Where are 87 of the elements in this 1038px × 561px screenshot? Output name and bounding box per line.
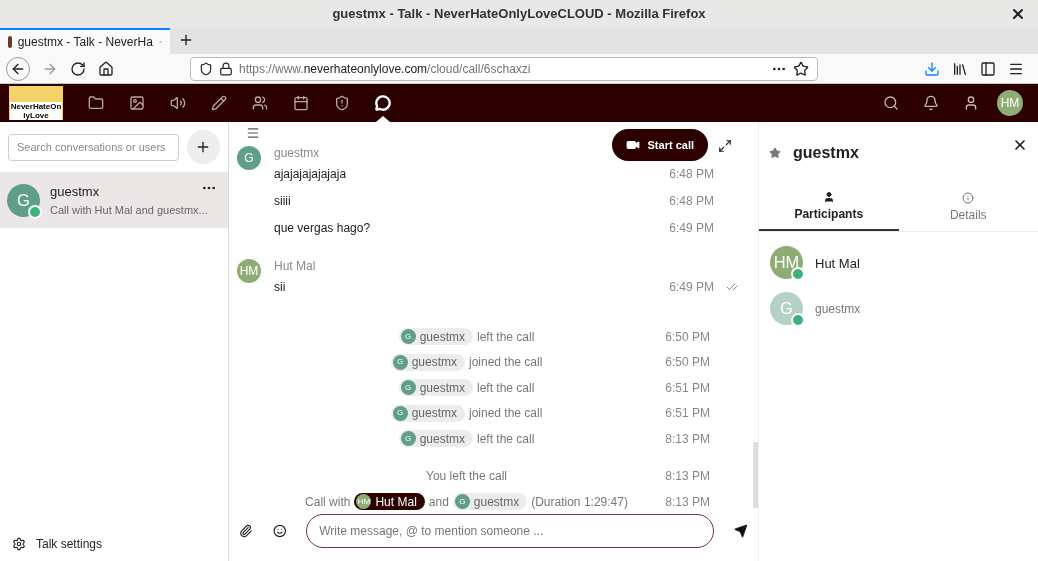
sidebar-tab[interactable]: Details xyxy=(898,184,1038,231)
search-field[interactable]: Search conversations or users xyxy=(8,133,179,161)
url-text: https://www.neverhateonlylove.com/cloud/call/6schaxzi xyxy=(239,60,531,78)
favorite-star-icon[interactable] xyxy=(769,147,781,159)
conversation-title: guestmx xyxy=(793,143,859,163)
tab-title: guestmx - Talk - NeverHa xyxy=(17,34,153,51)
message-time: 6:51 PM xyxy=(665,379,710,397)
mini-avatar: G xyxy=(400,380,416,396)
mini-avatar: HM xyxy=(356,494,372,510)
notification-icon[interactable] xyxy=(923,95,939,111)
conversation-subtitle: Call with Hut Mal and guestmx... xyxy=(50,202,208,218)
mini-avatar: G xyxy=(400,329,416,345)
user-mention[interactable]: G guestmx xyxy=(452,493,528,511)
system-message-text: left the call xyxy=(477,379,535,397)
user-mention[interactable]: G guestmx xyxy=(398,328,473,346)
avatar: G xyxy=(7,183,40,217)
settings-link[interactable]: Talk settings xyxy=(36,535,103,553)
system-message-text: joined the call xyxy=(469,405,543,423)
avatar: HM xyxy=(237,259,261,283)
user-mention[interactable]: G guestmx xyxy=(398,430,473,448)
avatar: HM xyxy=(770,246,803,279)
settings-icon[interactable] xyxy=(12,537,26,551)
fullscreen-icon[interactable] xyxy=(718,139,732,153)
bookmark-star-icon[interactable] xyxy=(793,60,809,77)
message-time: 8:13 PM xyxy=(665,430,710,448)
attachment-icon[interactable] xyxy=(239,524,253,538)
message-time: 6:48 PM xyxy=(669,165,714,183)
participant-name: guestmx xyxy=(815,301,861,318)
system-message-text: left the call xyxy=(477,430,535,448)
new-tab-icon[interactable] xyxy=(178,32,194,48)
conversation-name: guestmx xyxy=(50,183,101,201)
message-input[interactable]: Write message, @ to mention someone ... xyxy=(306,514,715,548)
emoji-icon[interactable] xyxy=(272,524,287,538)
person-icon xyxy=(822,190,835,203)
message-text: que vergas hago? xyxy=(274,219,371,237)
message-time: 6:51 PM xyxy=(665,405,710,423)
user-mention[interactable]: G guestmx xyxy=(390,353,465,371)
send-icon[interactable] xyxy=(734,524,748,538)
message-time: 8:13 PM xyxy=(665,468,710,486)
video-camera-icon xyxy=(625,138,640,152)
site-logo[interactable]: NeverHateOnlyLove xyxy=(9,86,63,120)
url-field[interactable]: https://www.neverhateonlylove.com/cloud/call/6schaxzi xyxy=(190,56,818,81)
system-message-text: Call with xyxy=(305,493,351,511)
conversation-item[interactable]: G guestmx Call with Hut Mal and guestmx... xyxy=(0,172,228,228)
contacts-icon[interactable] xyxy=(963,95,979,111)
system-message-text: (Duration 1:29:47) xyxy=(531,493,628,511)
library-icon[interactable] xyxy=(952,60,968,77)
user-mention[interactable]: HM Hut Mal xyxy=(354,493,425,511)
window-title: guestmx - Talk - NeverHateOnlyLoveCLOUD - Mozilla Firefox xyxy=(332,5,706,24)
reload-icon[interactable] xyxy=(70,60,86,77)
system-message-text: left the call xyxy=(477,328,535,346)
user-mention[interactable]: G guestmx xyxy=(398,379,473,397)
message-text: sii xyxy=(274,278,286,296)
mini-avatar: G xyxy=(400,431,416,447)
shield-icon[interactable] xyxy=(199,61,213,76)
message-time: 6:49 PM xyxy=(669,278,714,296)
participant-name: Hut Mal xyxy=(815,255,860,273)
download-icon[interactable] xyxy=(924,60,940,77)
mini-avatar: G xyxy=(454,494,470,510)
message-author: guestmx xyxy=(274,145,320,160)
system-message-text: joined the call xyxy=(469,354,543,372)
avatar: G xyxy=(237,146,261,170)
user-mention[interactable]: G guestmx xyxy=(390,404,465,422)
logo-text: NeverHateOnlyLove xyxy=(10,102,62,120)
new-conversation-button[interactable] xyxy=(186,130,220,164)
search-icon[interactable] xyxy=(883,95,899,111)
avatar: G xyxy=(770,292,803,325)
message-time: 6:48 PM xyxy=(669,192,714,210)
message-time: 6:50 PM xyxy=(665,354,710,372)
message-time: 6:49 PM xyxy=(669,219,714,237)
message-text: ajajajajajajaja xyxy=(274,165,347,183)
mini-avatar: G xyxy=(392,354,408,370)
mini-avatar: G xyxy=(392,405,408,421)
home-icon[interactable] xyxy=(98,60,114,77)
message-time: 6:50 PM xyxy=(665,328,710,346)
browser-tab[interactable]: guestmx - Talk - NeverHa xyxy=(0,28,170,54)
start-call-button[interactable]: Start call xyxy=(611,129,708,161)
system-message-text: You left the call xyxy=(426,468,507,486)
message-text: siiii xyxy=(274,192,291,210)
favicon-icon xyxy=(8,36,12,48)
sidebar-tab[interactable]: Participants xyxy=(759,184,899,231)
sidebar-icon[interactable] xyxy=(980,60,996,77)
info-icon xyxy=(962,191,975,204)
message-time: 8:13 PM xyxy=(665,493,710,511)
lock-icon[interactable] xyxy=(219,61,233,76)
system-message-text: and xyxy=(428,493,449,511)
message-author: Hut Mal xyxy=(274,258,316,273)
